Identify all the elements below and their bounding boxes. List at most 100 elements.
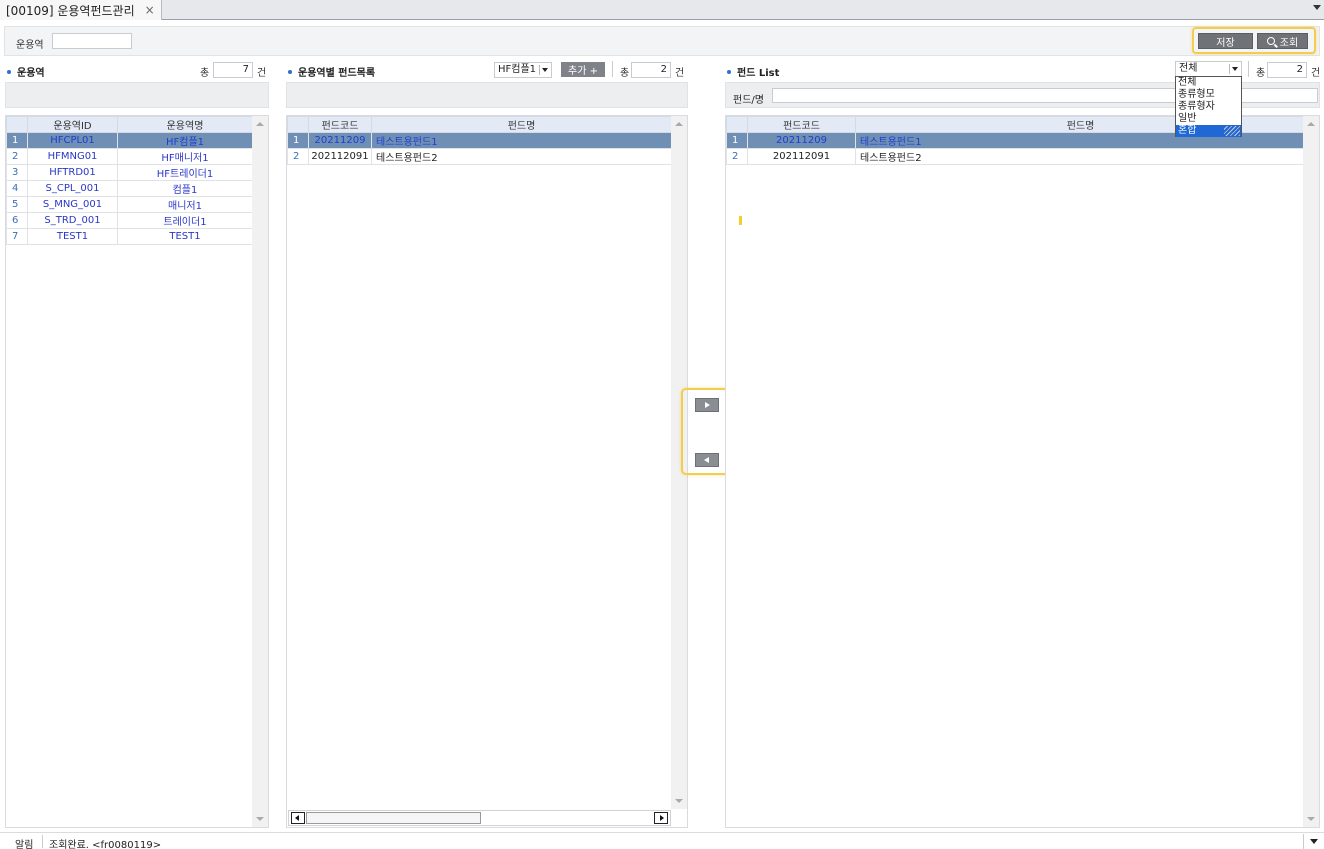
middle-panel-title: 운용역별 펀드목록 <box>288 64 375 79</box>
right-panel-title: 펀드 List <box>727 64 779 79</box>
manager-grid: 운용역ID 운용역명 1 HFCPL01 HF컴플1 2 HFMNG01 HF매니저1 3 H… <box>5 115 269 828</box>
table-row[interactable]: 2 202112091 테스트용펀드2 <box>287 148 672 165</box>
column-header-fund-code[interactable]: 펀드코드 <box>747 116 856 133</box>
query-button-label: 조회 <box>1279 37 1299 49</box>
row-number[interactable]: 1 <box>287 132 309 149</box>
cell-name[interactable]: 컴플1 <box>117 180 253 197</box>
row-number[interactable]: 4 <box>6 180 28 197</box>
fund-type-combo-value: 전체 <box>1179 63 1198 74</box>
chevron-down-icon[interactable] <box>1232 67 1238 71</box>
scroll-up-icon[interactable] <box>675 122 683 126</box>
row-number[interactable]: 2 <box>287 148 309 165</box>
manager-combo[interactable]: HF컴플1 <box>494 62 552 78</box>
column-header-manager-id[interactable]: 운용역ID <box>27 116 118 133</box>
cell-id[interactable]: HFTRD01 <box>27 164 118 181</box>
status-label: 알림 <box>15 840 34 849</box>
column-header-fund-code[interactable]: 펀드코드 <box>308 116 372 133</box>
scroll-down-icon[interactable] <box>675 799 683 803</box>
status-chevron-down-icon[interactable] <box>1303 834 1322 849</box>
add-button-label: 추가 + <box>568 66 598 77</box>
cell-code[interactable]: 202112091 <box>747 148 856 165</box>
chevron-down-icon[interactable] <box>542 68 548 72</box>
table-row[interactable]: 3 HFTRD01 HF트레이더1 <box>6 164 253 181</box>
scroll-up-icon[interactable] <box>1307 122 1315 126</box>
cell-name[interactable]: HF매니저1 <box>117 148 253 165</box>
tab-title: [00109] 운용역펀드관리 <box>6 3 135 18</box>
row-number[interactable]: 7 <box>6 228 28 245</box>
add-button[interactable]: 추가 + <box>561 62 605 77</box>
table-row[interactable]: 6 S_TRD_001 트레이더1 <box>6 212 253 229</box>
cell-id[interactable]: HFCPL01 <box>27 132 118 149</box>
row-number[interactable]: 2 <box>726 148 748 165</box>
row-number[interactable]: 1 <box>6 132 28 149</box>
cell-name[interactable]: 매니저1 <box>117 196 253 213</box>
row-number[interactable]: 6 <box>6 212 28 229</box>
dropdown-option[interactable]: 전체 <box>1176 77 1241 89</box>
close-icon[interactable]: × <box>145 3 155 17</box>
tab-menu-chevron-down-icon[interactable] <box>1313 5 1321 10</box>
row-number[interactable]: 5 <box>6 196 28 213</box>
cell-id[interactable]: S_TRD_001 <box>27 212 118 229</box>
left-count-label: 총 <box>200 68 210 79</box>
hscroll-thumb[interactable] <box>306 812 481 824</box>
bullet-icon <box>7 69 11 74</box>
save-button[interactable]: 저장 <box>1198 33 1253 49</box>
move-right-button[interactable] <box>695 398 719 412</box>
scroll-left-icon[interactable] <box>291 812 305 824</box>
move-buttons <box>681 388 729 475</box>
cell-name[interactable]: 테스트용펀드2 <box>371 148 672 165</box>
scroll-right-icon[interactable] <box>654 812 668 824</box>
column-header-manager-name[interactable]: 운용역명 <box>117 116 253 133</box>
dropdown-option[interactable]: 혼합 <box>1176 125 1241 137</box>
cell-code[interactable]: 20211209 <box>308 132 372 149</box>
dropdown-option[interactable]: 일반 <box>1176 113 1241 125</box>
column-header-fund-name[interactable]: 펀드명 <box>371 116 672 133</box>
cell-name[interactable]: 트레이더1 <box>117 212 253 229</box>
divider <box>612 61 613 77</box>
table-row[interactable]: 1 20211209 테스트용펀드1 <box>287 132 672 149</box>
table-row[interactable]: 5 S_MNG_001 매니저1 <box>6 196 253 213</box>
dropdown-option[interactable]: 종류형자 <box>1176 101 1241 113</box>
fund-filter-label: 펀드/명 <box>733 95 764 106</box>
cell-id[interactable]: S_CPL_001 <box>27 180 118 197</box>
row-number[interactable]: 1 <box>726 132 748 149</box>
scroll-up-icon[interactable] <box>256 122 264 126</box>
search-input[interactable] <box>52 33 132 49</box>
cell-code[interactable]: 202112091 <box>308 148 372 165</box>
search-label: 운용역 <box>16 40 44 51</box>
tab-fund-manager[interactable]: [00109] 운용역펀드관리 × <box>0 0 162 20</box>
table-row[interactable]: 2 HFMNG01 HF매니저1 <box>6 148 253 165</box>
cell-name[interactable]: HF트레이더1 <box>117 164 253 181</box>
table-row[interactable]: 7 TEST1 TEST1 <box>6 228 253 245</box>
table-row[interactable]: 2 202112091 테스트용펀드2 <box>726 148 1306 165</box>
search-bar: 운용역 <box>4 26 1320 56</box>
cell-id[interactable]: S_MNG_001 <box>27 196 118 213</box>
scroll-down-icon[interactable] <box>1307 817 1315 821</box>
cell-name[interactable]: TEST1 <box>117 228 253 245</box>
cell-name[interactable]: 테스트용펀드2 <box>855 148 1306 165</box>
cell-id[interactable]: TEST1 <box>27 228 118 245</box>
fund-type-combo[interactable]: 전체 <box>1175 61 1242 77</box>
middle-grid-hscrollbar[interactable] <box>288 810 671 826</box>
caret-marker <box>739 216 742 225</box>
row-number[interactable]: 2 <box>6 148 28 165</box>
row-number[interactable]: 3 <box>6 164 28 181</box>
table-row[interactable]: 1 HFCPL01 HF컴플1 <box>6 132 253 149</box>
scroll-down-icon[interactable] <box>256 817 264 821</box>
search-icon <box>1266 37 1275 45</box>
fund-by-manager-grid: 펀드코드 펀드명 1 20211209 테스트용펀드1 2 202112091 테스트용펀… <box>286 115 688 828</box>
table-row[interactable]: 4 S_CPL_001 컴플1 <box>6 180 253 197</box>
query-button[interactable]: 조회 <box>1257 33 1308 49</box>
cell-name[interactable]: 테스트용펀드1 <box>371 132 672 149</box>
left-panel-title: 운용역 <box>7 64 45 79</box>
cell-code[interactable]: 20211209 <box>747 132 856 149</box>
cell-id[interactable]: HFMNG01 <box>27 148 118 165</box>
cell-name[interactable]: HF컴플1 <box>117 132 253 149</box>
left-grid-scrollbar[interactable] <box>252 116 268 827</box>
fund-type-dropdown-list[interactable]: 전체 종류형모 종류형자 일반 혼합 <box>1175 76 1242 137</box>
dropdown-option[interactable]: 종류형모 <box>1176 89 1241 101</box>
toolbar-buttons: 저장 조회 <box>1192 27 1316 54</box>
move-left-button[interactable] <box>695 453 719 467</box>
bullet-icon <box>288 69 292 74</box>
right-grid-scrollbar[interactable] <box>1303 116 1319 827</box>
